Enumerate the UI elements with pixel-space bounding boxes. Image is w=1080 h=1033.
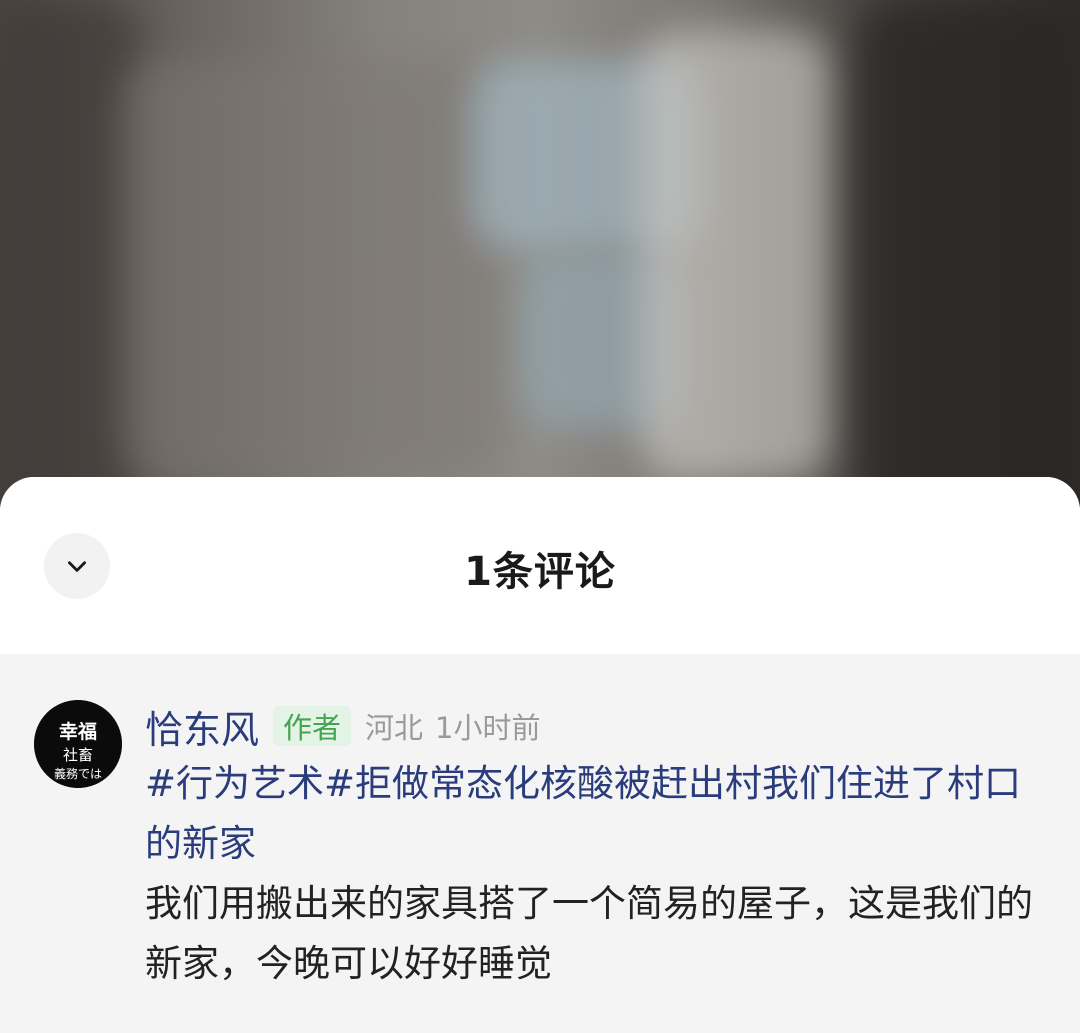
comment-location: 河北 xyxy=(365,711,424,745)
avatar[interactable]: 幸福 社畜 義務では xyxy=(34,700,122,788)
svg-text:社畜: 社畜 xyxy=(63,746,93,764)
author-badge: 作者 xyxy=(273,706,352,746)
video-background[interactable] xyxy=(0,0,1080,560)
comments-title: 1条评论 xyxy=(464,549,616,595)
avatar-icon: 幸福 社畜 義務では xyxy=(34,700,122,788)
comment-time: 1小时前 xyxy=(435,711,541,745)
comment-text: 我们用搬出来的家具搭了一个简易的屋子，这是我们的新家，今晚可以好好睡觉 xyxy=(145,882,1033,985)
comments-header: 1条评论 xyxy=(0,477,1080,654)
comment-list: 幸福 社畜 義務では 恰东风 作者 河北 1小时前 #行为艺术#拒做常态化核酸被… xyxy=(0,654,1080,1033)
comments-sheet: 1条评论 幸福 社畜 義務では 恰东风 作者 河北 1小时前 #行为艺术#拒做常… xyxy=(0,477,1080,1033)
video-blur-shape xyxy=(640,30,830,480)
video-blur-shape xyxy=(120,60,500,480)
username[interactable]: 恰东风 xyxy=(145,699,259,754)
comment-hashtags[interactable]: #行为艺术#拒做常态化核酸被赶出村我们住进了村口的新家 xyxy=(145,762,1021,865)
video-blur-shape xyxy=(0,0,140,560)
comment-meta: 恰东风 作者 河北 1小时前 xyxy=(145,699,541,754)
video-blur-shape xyxy=(860,0,1080,560)
svg-text:義務では: 義務では xyxy=(54,766,102,781)
svg-text:幸福: 幸福 xyxy=(59,720,97,743)
comment-body[interactable]: #行为艺术#拒做常态化核酸被赶出村我们住进了村口的新家 我们用搬出来的家具搭了一… xyxy=(145,754,1050,994)
